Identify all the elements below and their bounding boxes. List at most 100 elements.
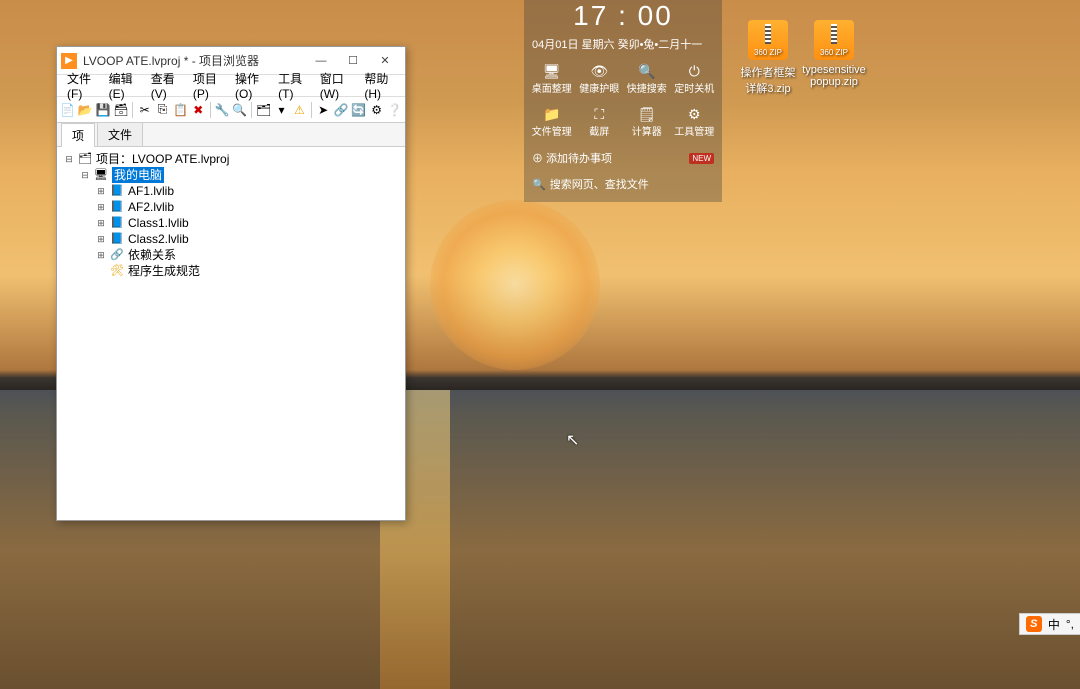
widget-desktop-organize[interactable]: 🖥桌面整理 — [530, 64, 574, 95]
desktop-icon-label: typesensitive popup.zip — [802, 64, 866, 88]
widget-screenshot[interactable]: ⛶截屏 — [577, 107, 621, 138]
dependencies-icon: 🔗 — [109, 248, 125, 262]
tabbar: 项 文件 — [57, 123, 405, 147]
folder-icon: 📁 — [543, 107, 561, 121]
widget-search[interactable]: 🔍 搜索网页、查找文件 — [524, 172, 722, 194]
desktop-icon-zip-2[interactable]: 360 ZIP typesensitive popup.zip — [802, 20, 866, 88]
resolve-icon[interactable]: 🔧 — [214, 101, 231, 119]
addtodo-label: 添加待办事项 — [546, 153, 612, 165]
window-title: LVOOP ATE.lvproj * - 项目浏览器 — [83, 52, 305, 69]
tree-build-specs[interactable]: 🛠 程序生成规范 — [59, 263, 403, 279]
toolbar-sep — [132, 102, 133, 118]
connect-icon[interactable]: 🔗 — [333, 101, 350, 119]
find-icon[interactable]: 🔍 — [231, 101, 248, 119]
tree-item[interactable]: ⊞ 📘 AF1.lvlib — [59, 183, 403, 199]
build-icon: 🛠 — [109, 264, 125, 278]
cut-icon[interactable]: ✂ — [136, 101, 153, 119]
ime-bar[interactable]: S 中 °, — [1019, 613, 1080, 635]
tree-label: Class1.lvlib — [128, 215, 189, 231]
warning-icon[interactable]: ⚠ — [291, 101, 308, 119]
tree-label: 项目：LVOOP ATE.lvproj — [96, 151, 229, 167]
calculator-icon: 🗒 — [638, 107, 656, 121]
save-icon[interactable]: 💾 — [95, 101, 112, 119]
copy-icon[interactable]: ⎘ — [154, 101, 171, 119]
tree-my-computer[interactable]: ⊟ 🖥 我的电脑 — [59, 167, 403, 183]
new-badge: NEW — [689, 153, 714, 164]
widget-quick-search[interactable]: 🔍快捷搜索 — [625, 64, 669, 95]
menubar: 文件(F) 编辑(E) 查看(V) 项目(P) 操作(O) 工具(T) 窗口(W… — [57, 75, 405, 97]
desktop-widget: 17 : 00 04月01日 星期六 癸卯•兔•二月十一 🖥桌面整理 👁健康护眼… — [524, 0, 722, 202]
tab-files[interactable]: 文件 — [97, 122, 143, 146]
project-explorer-window: ▶ LVOOP ATE.lvproj * - 项目浏览器 — ☐ ✕ 文件(F)… — [56, 46, 406, 521]
plus-icon: ⊕ — [532, 153, 543, 165]
deploy-icon[interactable]: ➤ — [315, 101, 332, 119]
wicon-label: 文件管理 — [532, 123, 572, 138]
widget-date: 04月01日 星期六 癸卯•兔•二月十一 — [524, 34, 722, 58]
refresh-icon[interactable]: 🔄 — [350, 101, 367, 119]
tree-label: AF1.lvlib — [128, 183, 174, 199]
tree-label: 我的电脑 — [112, 167, 164, 183]
twister-icon[interactable]: ⊟ — [79, 169, 91, 181]
delete-icon[interactable]: ✖ — [190, 101, 207, 119]
desktop-icon-zip-1[interactable]: 360 ZIP 操作者框架详解3.zip — [736, 20, 800, 96]
tree-item[interactable]: ⊞ 📘 Class1.lvlib — [59, 215, 403, 231]
twister-icon[interactable]: ⊞ — [95, 249, 107, 261]
filter-icon[interactable]: ▾ — [273, 101, 290, 119]
sogou-logo-icon: S — [1026, 616, 1042, 632]
lvlib-icon: 📘 — [109, 184, 125, 198]
tree-label: AF2.lvlib — [128, 199, 174, 215]
widget-eye-health[interactable]: 👁 健康护眼 — [577, 64, 621, 95]
eye-icon: 👁 — [590, 64, 608, 78]
wicon-label: 计算器 — [632, 123, 662, 138]
tree-label: 程序生成规范 — [128, 263, 200, 279]
widget-timer-shutdown[interactable]: ⏻定时关机 — [672, 64, 716, 95]
tab-items[interactable]: 项 — [61, 123, 95, 147]
tree-item[interactable]: ⊞ 📘 AF2.lvlib — [59, 199, 403, 215]
computer-icon: 🖥 — [93, 168, 109, 182]
widget-file-manage[interactable]: 📁 文件管理 — [530, 107, 574, 138]
ime-mode[interactable]: 中 — [1048, 616, 1060, 633]
widget-calculator[interactable]: 🗒 计算器 — [625, 107, 669, 138]
tree-root[interactable]: ⊟ 🗂 项目：LVOOP ATE.lvproj — [59, 151, 403, 167]
twister-icon[interactable]: ⊞ — [95, 185, 107, 197]
wicon-label: 工具管理 — [674, 123, 714, 138]
twister-blank — [95, 265, 107, 277]
lvlib-icon: 📘 — [109, 232, 125, 246]
search-placeholder: 搜索网页、查找文件 — [550, 176, 649, 192]
widget-add-todo[interactable]: ⊕ 添加待办事项 NEW — [524, 144, 722, 172]
wicon-label: 健康护眼 — [579, 80, 619, 95]
desktop-icon-label: 操作者框架详解3.zip — [736, 64, 800, 96]
ime-punct-icon[interactable]: °, — [1066, 617, 1074, 631]
project-tree[interactable]: ⊟ 🗂 项目：LVOOP ATE.lvproj ⊟ 🖥 我的电脑 ⊞ 📘 AF1… — [57, 147, 405, 520]
crop-icon: ⛶ — [590, 107, 608, 121]
toolbar-sep — [311, 102, 312, 118]
wallpaper-sun — [430, 200, 600, 370]
toolbar-sep — [251, 102, 252, 118]
tree-label: 依赖关系 — [128, 247, 176, 263]
tree-item[interactable]: ⊞ 📘 Class2.lvlib — [59, 231, 403, 247]
twister-icon[interactable]: ⊟ — [63, 153, 75, 165]
vihierarchy-icon[interactable]: 🗂 — [255, 101, 272, 119]
open-icon[interactable]: 📂 — [77, 101, 94, 119]
twister-icon[interactable]: ⊞ — [95, 201, 107, 213]
tree-label: Class2.lvlib — [128, 231, 189, 247]
zip-icon: 360 ZIP — [748, 20, 788, 60]
wicon-label: 桌面整理 — [532, 80, 572, 95]
gear-icon: ⚙ — [685, 107, 703, 121]
widget-row-1: 🖥桌面整理 👁 健康护眼 🔍快捷搜索 ⏻定时关机 — [524, 58, 722, 101]
new-icon[interactable]: 📄 — [59, 101, 76, 119]
toolbar: 📄 📂 💾 🗃 ✂ ⎘ 📋 ✖ 🔧 🔍 🗂 ▾ ⚠ ➤ 🔗 🔄 ⚙ ❔ — [57, 97, 405, 123]
widget-tool-manage[interactable]: ⚙ 工具管理 — [672, 107, 716, 138]
lvlib-icon: 📘 — [109, 216, 125, 230]
tree-dependencies[interactable]: ⊞ 🔗 依赖关系 — [59, 247, 403, 263]
options-icon[interactable]: ⚙ — [368, 101, 385, 119]
paste-icon[interactable]: 📋 — [172, 101, 189, 119]
twister-icon[interactable]: ⊞ — [95, 217, 107, 229]
twister-icon[interactable]: ⊞ — [95, 233, 107, 245]
save-all-icon[interactable]: 🗃 — [113, 101, 130, 119]
app-icon: ▶ — [61, 53, 77, 69]
help-icon[interactable]: ❔ — [386, 101, 403, 119]
wicon-label: 定时关机 — [674, 80, 714, 95]
search-icon: 🔍 — [532, 178, 546, 191]
wicon-label: 快捷搜索 — [627, 80, 667, 95]
